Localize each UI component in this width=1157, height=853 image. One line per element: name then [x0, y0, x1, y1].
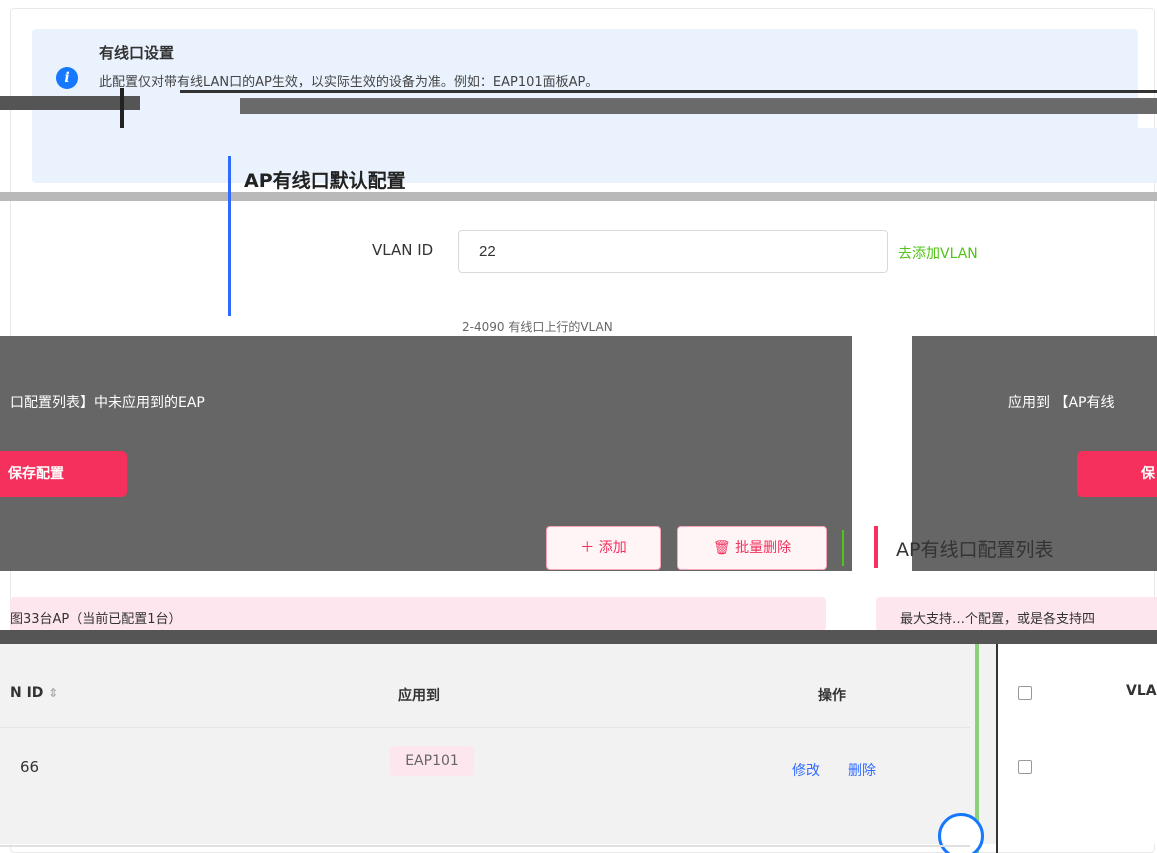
column-applied-to: 应用到 — [398, 688, 440, 704]
right-column-vlan: VLA — [1126, 683, 1157, 699]
applied-to-badge: EAP101 — [390, 746, 474, 776]
list-title: AP有线口配置列表 — [896, 539, 1054, 561]
row-checkbox[interactable] — [1018, 760, 1032, 774]
section-accent-bar — [228, 156, 231, 316]
render-glitch-band — [0, 88, 1157, 128]
config-table — [0, 644, 1157, 844]
help-bubble-icon[interactable] — [938, 813, 984, 853]
summary-text: 图33台AP（当前已配置1台） — [10, 612, 182, 627]
add-vlan-link[interactable]: 去添加VLAN — [898, 243, 978, 263]
save-button-right[interactable]: 保 — [1077, 451, 1157, 497]
save-config-button[interactable]: 保存配置 — [0, 451, 127, 497]
notice-title: 有线口设置 — [99, 44, 175, 62]
column-vlan-id[interactable]: N ID ⇕ — [10, 685, 58, 701]
gray-rule — [0, 192, 1157, 201]
batch-delete-label: 批量删除 — [735, 540, 792, 556]
vlan-hint: 2-4090 有线口上行的VLAN — [462, 320, 613, 334]
pane-divider-dark — [996, 644, 998, 853]
green-divider — [842, 530, 844, 566]
trash-icon: 🗑 — [712, 540, 736, 556]
row-vlan-value: 66 — [20, 758, 40, 776]
list-accent-bar — [874, 526, 878, 568]
right-table-panel — [998, 644, 1157, 844]
sort-icon[interactable]: ⇕ — [48, 686, 58, 700]
bottom-border — [0, 845, 970, 847]
select-all-checkbox[interactable] — [1018, 686, 1032, 700]
apply-to-label: 应用到 【AP有线 — [1008, 395, 1115, 411]
info-icon: i — [56, 67, 78, 89]
edit-link[interactable]: 修改 — [792, 760, 820, 780]
vlan-id-label: VLAN ID — [372, 241, 434, 259]
summary-text-right: 最大支持…个配置，或是各支持四 — [900, 612, 1096, 627]
delete-link[interactable]: 删除 — [848, 760, 876, 780]
apply-description: 口配置列表】中未应用到的EAP — [10, 395, 205, 411]
section-title: AP有线口默认配置 — [244, 170, 406, 192]
batch-delete-button[interactable]: 🗑 批量删除 — [677, 526, 827, 570]
column-actions: 操作 — [818, 688, 846, 704]
row-divider — [0, 727, 970, 728]
render-glitch-line — [0, 630, 1157, 644]
add-button[interactable]: ＋ 添加 — [546, 526, 661, 570]
vlan-id-input[interactable] — [458, 230, 888, 273]
